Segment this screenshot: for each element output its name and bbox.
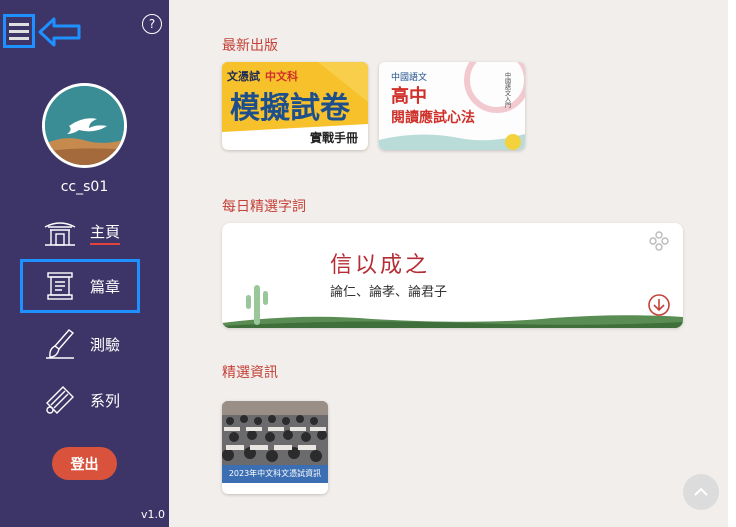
sidebar-item-label: 主頁 — [90, 221, 121, 245]
news-card[interactable]: 2023年中文科文憑試資訊 — [222, 401, 328, 494]
sidebar: ? cc_s01 主頁 篇章 測驗 系列 登出 v1.0 — [0, 0, 169, 527]
section-title-news: 精選資訊 — [222, 365, 278, 381]
section-title-daily: 每日精選字詞 — [222, 199, 306, 215]
bird-icon — [45, 86, 124, 165]
sidebar-item-series[interactable]: 系列 — [20, 373, 140, 427]
menu-icon[interactable] — [3, 14, 35, 48]
sidebar-item-articles[interactable]: 篇章 — [20, 259, 140, 313]
sidebar-item-home[interactable]: 主頁 — [20, 206, 140, 260]
book-tag: 中文科 — [265, 69, 298, 83]
daily-phrase: 信以成之 — [330, 253, 431, 278]
section-title-new: 最新出版 — [222, 38, 278, 54]
scroll-to-top-button[interactable] — [683, 474, 719, 510]
book-title: 模擬試卷 — [230, 91, 351, 126]
download-icon[interactable] — [648, 294, 670, 316]
book-tag: 文憑試 — [227, 69, 260, 83]
scroll-icon — [38, 266, 82, 306]
book-card[interactable]: 文憑試 中文科 模擬試卷 實戰手冊 — [222, 62, 368, 150]
daily-subtitle: 論仁、論孝、論君子 — [330, 285, 448, 300]
avatar[interactable] — [42, 83, 127, 168]
book-side-text: 中國語文入門 — [504, 71, 511, 109]
main-content: 最新出版 文憑試 中文科 模擬試卷 實戰手冊 中國語文 高中 閱讀應試心法 中國… — [169, 0, 736, 527]
help-button[interactable]: ? — [142, 14, 162, 34]
news-caption: 2023年中文科文憑試資訊 — [222, 465, 328, 483]
version-label: v1.0 — [141, 508, 166, 521]
landscape-decoration — [222, 285, 683, 328]
sidebar-item-quiz[interactable]: 測驗 — [20, 317, 140, 371]
book-title: 閱讀應試心法 — [391, 109, 475, 126]
brush-icon — [38, 324, 82, 364]
logout-button[interactable]: 登出 — [52, 447, 117, 480]
sidebar-item-label: 測驗 — [90, 335, 121, 354]
book-series: 中國語文 — [391, 71, 427, 83]
book-card[interactable]: 中國語文 高中 閱讀應試心法 中國語文入門 — [379, 62, 525, 150]
daily-word-card[interactable]: 信以成之 論仁、論孝、論君子 — [222, 223, 683, 328]
scrolls-icon — [38, 380, 82, 420]
book-subtitle: 實戰手冊 — [310, 130, 358, 145]
sidebar-item-label: 篇章 — [90, 277, 121, 296]
left-arrow-icon — [38, 17, 81, 47]
ornament-icon — [649, 231, 669, 251]
username: cc_s01 — [60, 179, 109, 195]
chevron-up-icon — [694, 487, 708, 496]
temple-icon — [38, 213, 82, 253]
book-title: 高中 — [391, 85, 427, 107]
window-edge — [728, 0, 736, 527]
sidebar-item-label: 系列 — [90, 391, 121, 410]
